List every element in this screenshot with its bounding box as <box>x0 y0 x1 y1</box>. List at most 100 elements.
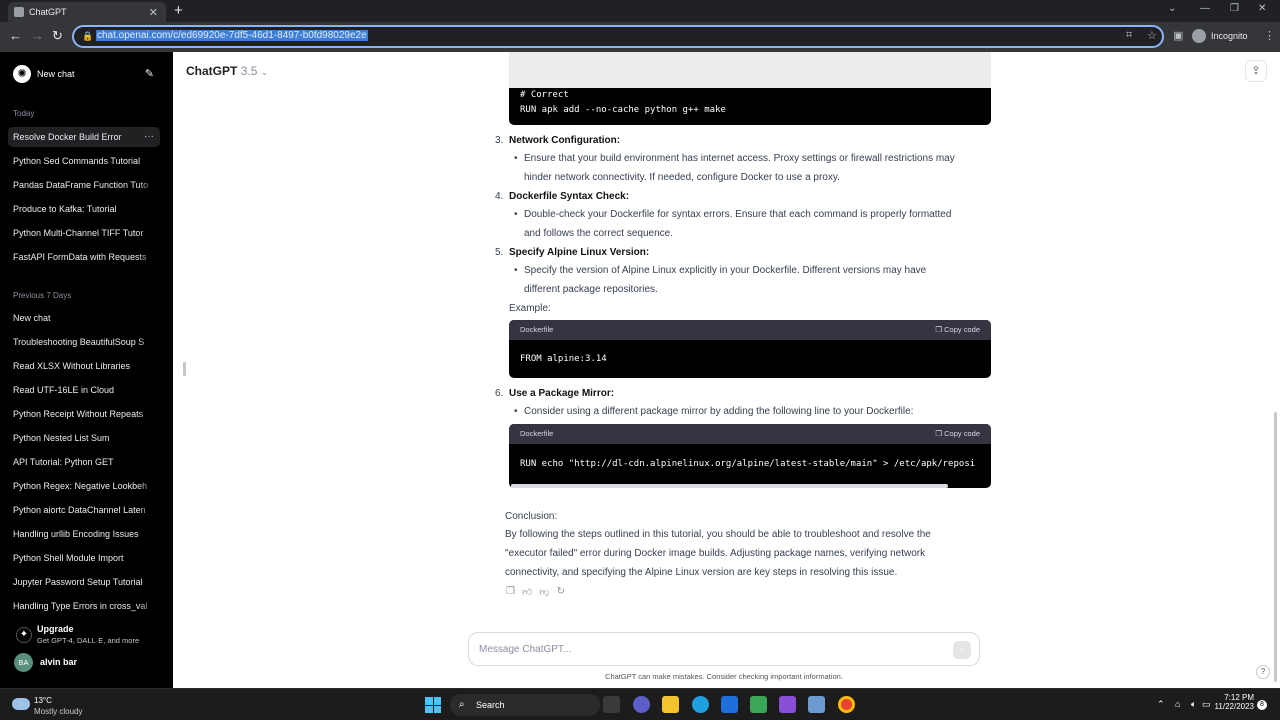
list-number: 4. <box>495 191 504 202</box>
code-horizontal-scrollbar[interactable] <box>511 484 948 488</box>
tray-overflow-icon[interactable]: ⌃ <box>1157 699 1165 710</box>
thumbs-up-icon[interactable]: 👍︎ <box>522 586 532 598</box>
sidebar-item-today-2[interactable]: Pandas DataFrame Function Tuto <box>8 175 160 195</box>
sidebar-item-prev-7[interactable]: Python Regex: Negative Lookbeh <box>8 476 160 496</box>
user-name: alvin bar <box>40 657 78 667</box>
lock-icon[interactable]: 🔒 <box>82 31 93 41</box>
file-explorer-icon[interactable] <box>662 696 679 713</box>
new-chat-label: New chat <box>37 69 75 79</box>
model-selector[interactable]: ChatGPT 3.5 ⌄ <box>186 64 268 78</box>
sidebar-item-prev-4[interactable]: Python Receipt Without Repeats <box>8 404 160 424</box>
model-version: 3.5 <box>240 64 258 78</box>
list-item-title: Use a Package Mirror: <box>509 388 615 399</box>
chat-app-icon[interactable] <box>633 696 650 713</box>
forward-icon[interactable]: → <box>31 28 44 43</box>
search-label: Search <box>476 700 505 710</box>
browser-tab[interactable]: ChatGPT ✕ <box>8 2 166 22</box>
copy-code-button[interactable]: ❐ Copy code <box>935 424 980 444</box>
avatar: BA <box>14 653 33 672</box>
edge-browser-icon[interactable] <box>692 696 709 713</box>
address-bar[interactable]: 🔒 chat.openai.com/c/ed69920e-7df5-46d1-8… <box>72 25 1164 48</box>
bullet: • <box>514 265 518 276</box>
sidebar-item-prev-9[interactable]: Handling urllib Encoding Issues <box>8 524 160 544</box>
sidebar-item-prev-3[interactable]: Read UTF-16LE in Cloud <box>8 380 160 400</box>
incognito-eye-icon[interactable]: ⌗ <box>1126 29 1132 42</box>
sidebar-item-prev-11[interactable]: Jupyter Password Setup Tutorial <box>8 572 160 592</box>
help-icon[interactable]: ? <box>1256 665 1270 679</box>
code-header: Dockerfile ❐ Copy code <box>509 424 991 444</box>
example-label: Example: <box>509 303 551 314</box>
browser-menu-icon[interactable]: ⋮ <box>1264 29 1275 42</box>
back-icon[interactable]: ← <box>9 28 22 43</box>
conclusion-text: connectivity, and specifying the Alpine … <box>505 567 898 578</box>
page-scrollbar[interactable] <box>1274 412 1277 682</box>
sidebar-item-prev-12[interactable]: Handling Type Errors in cross_val <box>8 596 160 616</box>
clock-time: 7:12 PM <box>1224 693 1254 702</box>
store-icon[interactable] <box>721 696 738 713</box>
close-tab-icon[interactable]: ✕ <box>149 6 158 19</box>
copy-code-label: Copy code <box>944 325 980 334</box>
sidebar-item-prev-6[interactable]: API Tutorial: Python GET <box>8 452 160 472</box>
upgrade-button[interactable]: ✦ Upgrade Get GPT-4, DALL·E, and more <box>8 622 158 650</box>
sidebar-item-prev-1[interactable]: Troubleshooting BeautifulSoup S <box>8 332 160 352</box>
bullet: • <box>514 209 518 220</box>
chrome-icon[interactable] <box>838 696 855 713</box>
maximize-icon[interactable]: ❐ <box>1230 3 1239 14</box>
sidebar-item-today-5[interactable]: FastAPI FormData with Requests <box>8 247 160 267</box>
list-item-title: Specify Alpine Linux Version: <box>509 247 650 258</box>
copy-code-button[interactable]: ❐ Copy code <box>935 320 980 340</box>
incognito-profile[interactable]: Incognito <box>1192 29 1248 43</box>
windows-start-icon[interactable] <box>425 697 441 713</box>
more-options-icon[interactable]: ··· <box>144 127 154 147</box>
reload-icon[interactable]: ↻ <box>52 28 63 44</box>
sidebar-item-today-1[interactable]: Python Sed Commands Tutorial <box>8 151 160 171</box>
bookmark-star-icon[interactable]: ☆ <box>1147 29 1157 42</box>
task-view-icon[interactable] <box>603 696 620 713</box>
code-block-1: # Correct RUN apk add --no-cache python … <box>509 88 991 125</box>
volume-icon[interactable]: 🔈︎ <box>1191 699 1196 710</box>
sidebar-item-today-3[interactable]: Produce to Kafka: Tutorial <box>8 199 160 219</box>
code-header: Dockerfile ❐ Copy code <box>509 320 991 340</box>
sidebar-collapse-handle[interactable] <box>183 362 186 376</box>
sidebar-item-prev-8[interactable]: Python aiortc DataChannel Laten <box>8 500 160 520</box>
sidebar-item-today-0[interactable]: Resolve Docker Build Error ··· <box>8 127 160 147</box>
copy-icon[interactable]: ❐ <box>506 586 515 598</box>
sidebar-item-today-4[interactable]: Python Multi-Channel TIFF Tutor <box>8 223 160 243</box>
browser-tab-bar: ChatGPT ✕ + ⌄ — ❐ ✕ <box>0 0 1280 22</box>
side-panel-icon[interactable]: ▣ <box>1173 29 1183 42</box>
clipboard-icon: ❐ <box>935 429 943 438</box>
sidebar-item-prev-2[interactable]: Read XLSX Without Libraries <box>8 356 160 376</box>
notepad-app-icon[interactable] <box>750 696 767 713</box>
close-window-icon[interactable]: ✕ <box>1258 3 1266 14</box>
taskbar-search[interactable]: ⌕ Search <box>450 694 600 716</box>
vpn-app-icon[interactable] <box>779 696 796 713</box>
temperature: 13°C <box>34 696 52 705</box>
sidebar-item-prev-0[interactable]: New chat <box>8 308 160 328</box>
url-text[interactable]: chat.openai.com/c/ed69920e-7df5-46d1-849… <box>96 30 368 41</box>
message-input[interactable] <box>479 641 919 657</box>
weather-condition: Mostly cloudy <box>34 707 83 716</box>
network-icon[interactable]: ⌂ <box>1175 699 1180 709</box>
regenerate-icon[interactable]: ↻ <box>557 586 565 598</box>
photos-app-icon[interactable] <box>808 696 825 713</box>
incognito-label: Incognito <box>1211 31 1248 41</box>
model-name: ChatGPT <box>186 64 238 78</box>
tab-search-icon[interactable]: ⌄ <box>1168 3 1176 14</box>
bullet: • <box>514 406 518 417</box>
message-composer: ↑ <box>468 632 980 666</box>
new-tab-icon[interactable]: + <box>174 2 183 19</box>
notification-badge[interactable]: 8 <box>1257 700 1267 710</box>
share-icon[interactable]: ⇪ <box>1245 60 1267 82</box>
compose-icon[interactable]: ✎ <box>145 67 154 80</box>
new-chat-button[interactable]: ✺ New chat ✎ <box>8 62 158 86</box>
minimize-icon[interactable]: — <box>1200 3 1210 14</box>
send-icon[interactable]: ↑ <box>953 641 971 659</box>
code-3-line: RUN echo "http://dl-cdn.alpinelinux.org/… <box>520 459 976 469</box>
system-clock[interactable]: 7:12 PM 11/22/2023 <box>1208 693 1254 711</box>
sidebar-item-prev-5[interactable]: Python Nested List Sum <box>8 428 160 448</box>
user-menu[interactable]: BA alvin bar <box>8 652 158 676</box>
thumbs-down-icon[interactable]: 👎︎ <box>539 586 549 598</box>
list-item-text: Ensure that your build environment has i… <box>524 153 955 164</box>
sidebar-item-prev-10[interactable]: Python Shell Module Import <box>8 548 160 568</box>
list-item-text: different package repositories. <box>524 284 658 295</box>
